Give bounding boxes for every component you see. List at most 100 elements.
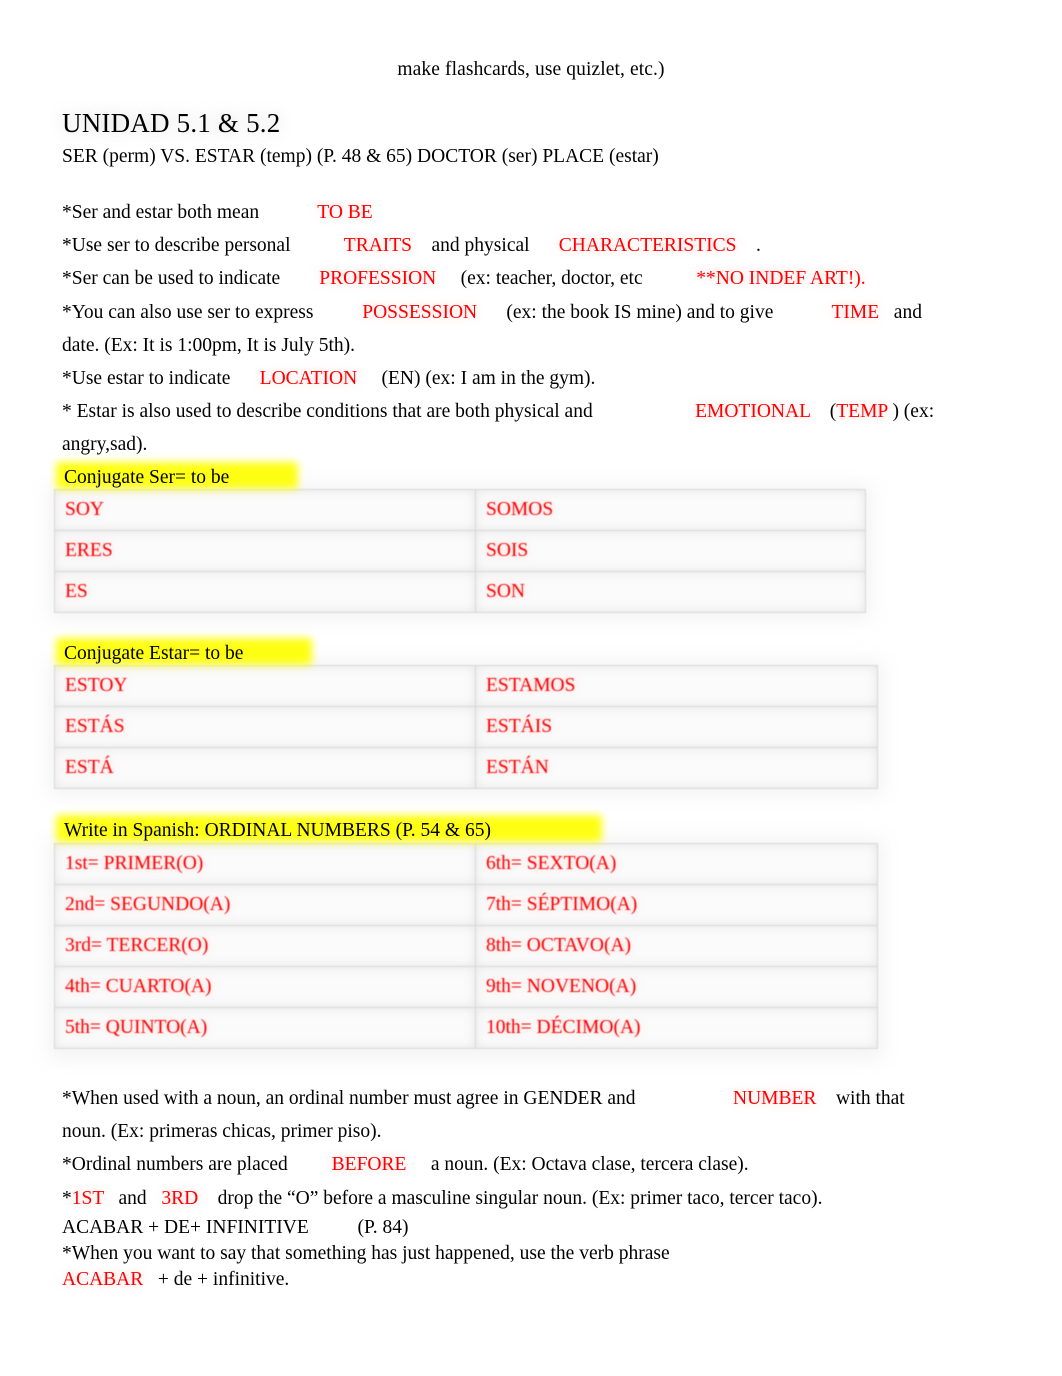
bottom-line-4-text-b: and	[103, 1187, 162, 1209]
ser-cell-left-3: ES	[54, 571, 476, 613]
note-line-4-text-a: *You can also use ser to express	[62, 301, 363, 323]
ser-section-heading: Conjugate Ser= to be	[56, 462, 298, 494]
note-line-7-text-c: ) (ex:	[887, 401, 935, 423]
ser-cell-right-1: SOMOS	[475, 489, 866, 531]
note-line-7-answer-1: EMOTIONAL	[695, 401, 811, 423]
ordinal-cell-right-1: 6th= SEXTO(A)	[475, 843, 878, 885]
ordinal-cell-left-5: 5th= QUINTO(A)	[54, 1007, 476, 1049]
table-row: 5th= QUINTO(A) 10th= DÉCIMO(A)	[54, 1007, 878, 1049]
note-line-2-answer-1: TRAITS	[343, 235, 413, 257]
bottom-line-7: ACABAR + de + infinitive.	[62, 1267, 1022, 1293]
ordinal-cell-left-2: 2nd= SEGUNDO(A)	[54, 884, 476, 926]
ordinal-cell-left-1: 1st= PRIMER(O)	[54, 843, 476, 885]
note-line-1-text: *Ser and estar both mean	[62, 202, 318, 223]
ser-cell-left-2: ERES	[54, 530, 476, 572]
estar-cell-left-1: ESTOY	[54, 665, 476, 707]
bottom-line-2: noun. (Ex: primeras chicas, primer piso)…	[62, 1121, 382, 1143]
estar-cell-right-2: ESTÁIS	[475, 706, 878, 748]
table-row: ESTÁ ESTÁN	[54, 747, 878, 789]
bottom-line-4: *1ST and 3RD drop the “O” before a mascu…	[62, 1182, 1022, 1215]
bottom-line-7-text: + de + infinitive.	[143, 1268, 290, 1290]
table-row: ERES SOIS	[54, 530, 866, 572]
note-line-2-text-c: .	[736, 235, 761, 257]
ser-cell-left-1: SOY	[54, 489, 476, 531]
note-line-3-answer-2: **NO INDEF ART!).	[696, 268, 866, 290]
ordinal-cell-right-5: 10th= DÉCIMO(A)	[475, 1007, 878, 1049]
bottom-line-1-text-a: *When used with a noun, an ordinal numbe…	[62, 1088, 733, 1109]
ordinal-cell-right-4: 9th= NOVENO(A)	[475, 966, 878, 1008]
note-line-7-text-a: * Estar is also used to describe conditi…	[62, 401, 696, 423]
ser-section-heading-label: Conjugate Ser= to be	[64, 467, 230, 488]
table-row: 1st= PRIMER(O) 6th= SEXTO(A)	[54, 843, 878, 885]
ordinals-section-heading: Write in Spanish: ORDINAL NUMBERS (P. 54…	[56, 815, 602, 847]
estar-conjugation-table: ESTOY ESTAMOS ESTÁS ESTÁIS ESTÁ ESTÁN	[54, 665, 878, 789]
note-line-3-text-b: (ex: teacher, doctor, etc	[436, 268, 697, 290]
bottom-line-3: *Ordinal numbers are placed BEFORE a nou…	[62, 1148, 1022, 1181]
bottom-line-4-answer-2: 3RD	[161, 1187, 199, 1209]
bottom-line-1-text-b: with that	[816, 1088, 905, 1109]
estar-cell-right-3: ESTÁN	[475, 747, 878, 789]
page-subtitle: SER (perm) VS. ESTAR (temp) (P. 48 & 65)…	[62, 146, 659, 167]
note-line-2: *Use ser to describe personal TRAITS and…	[62, 229, 1022, 262]
note-line-4: *You can also use ser to express POSSESS…	[62, 296, 1022, 329]
bottom-line-4-text-a: *	[62, 1187, 72, 1209]
note-line-5: date. (Ex: It is 1:00pm, It is July 5th)…	[62, 334, 356, 356]
bottom-line-1: *When used with a noun, an ordinal numbe…	[62, 1082, 1022, 1115]
estar-cell-left-3: ESTÁ	[54, 747, 476, 789]
ordinals-section-heading-label: Write in Spanish: ORDINAL NUMBERS (P. 54…	[64, 820, 491, 841]
table-row: 3rd= TERCER(O) 8th= OCTAVO(A)	[54, 925, 878, 967]
ordinal-cell-left-4: 4th= CUARTO(A)	[54, 966, 476, 1008]
note-line-3-text-a: *Ser can be used to indicate	[62, 268, 320, 290]
bottom-line-6: *When you want to say that something has…	[62, 1242, 670, 1264]
table-row: ESTÁS ESTÁIS	[54, 706, 878, 748]
table-row: ESTOY ESTAMOS	[54, 665, 878, 707]
table-row: SOY SOMOS	[54, 489, 866, 531]
ordinal-cell-left-3: 3rd= TERCER(O)	[54, 925, 476, 967]
estar-section-heading: Conjugate Estar= to be	[56, 638, 312, 670]
note-line-2-text-a: *Use ser to describe personal	[62, 235, 344, 257]
bottom-line-7-answer: ACABAR	[62, 1268, 144, 1290]
note-line-2-text-b: and physical	[412, 235, 559, 257]
note-line-4-answer-1: POSSESSION	[362, 301, 478, 323]
note-line-8: angry,sad).	[62, 434, 148, 456]
bottom-line-3-text-b: a noun. (Ex: Octava clase, tercera clase…	[406, 1154, 749, 1176]
note-line-3-answer-1: PROFESSION	[319, 268, 437, 290]
bottom-line-5: ACABAR + DE+ INFINITIVE (P. 84)	[62, 1216, 409, 1238]
note-line-4-text-c: and	[879, 301, 922, 323]
notes-body: *Ser and estar both mean TO BE *Use ser …	[62, 196, 1022, 462]
ordinal-numbers-table: 1st= PRIMER(O) 6th= SEXTO(A) 2nd= SEGUND…	[54, 843, 878, 1049]
note-line-7-text-b: (	[810, 401, 837, 423]
note-line-1: *Ser and estar both mean TO BE	[62, 196, 1022, 229]
note-line-6-text-b: (EN) (ex: I am in the gym).	[357, 368, 596, 390]
note-line-6: *Use estar to indicate LOCATION (EN) (ex…	[62, 362, 1022, 395]
table-row: 4th= CUARTO(A) 9th= NOVENO(A)	[54, 966, 878, 1008]
note-line-7: * Estar is also used to describe conditi…	[62, 395, 1022, 428]
note-line-1-answer: TO BE	[317, 202, 373, 223]
ser-cell-right-2: SOIS	[475, 530, 866, 572]
note-line-6-answer: LOCATION	[259, 368, 358, 390]
note-line-7-answer-2: TEMP	[836, 401, 888, 423]
note-line-4-answer-2: TIME	[831, 301, 880, 323]
estar-cell-right-1: ESTAMOS	[475, 665, 878, 707]
page-title: UNIDAD 5.1 & 5.2	[62, 108, 281, 138]
note-line-6-text-a: *Use estar to indicate	[62, 368, 260, 390]
bottom-line-3-text-a: *Ordinal numbers are placed	[62, 1154, 332, 1176]
bottom-line-1-answer: NUMBER	[733, 1088, 817, 1109]
document-page: make flashcards, use quizlet, etc.) UNID…	[0, 0, 1062, 1376]
top-note: make flashcards, use quizlet, etc.)	[397, 59, 665, 80]
note-line-4-text-b: (ex: the book IS mine) and to give	[477, 301, 832, 323]
ordinal-cell-right-2: 7th= SÉPTIMO(A)	[475, 884, 878, 926]
ordinal-cell-right-3: 8th= OCTAVO(A)	[475, 925, 878, 967]
note-line-3: *Ser can be used to indicate PROFESSION …	[62, 262, 1022, 295]
estar-cell-left-2: ESTÁS	[54, 706, 476, 748]
note-line-2-answer-2: CHARACTERISTICS	[558, 235, 737, 257]
bottom-notes: *When used with a noun, an ordinal numbe…	[62, 1082, 1022, 1293]
bottom-line-4-text-c: drop the “O” before a masculine singular…	[198, 1187, 823, 1209]
ser-conjugation-table: SOY SOMOS ERES SOIS ES SON	[54, 489, 866, 613]
estar-section-heading-label: Conjugate Estar= to be	[64, 643, 244, 664]
bottom-line-3-answer: BEFORE	[331, 1154, 407, 1176]
table-row: ES SON	[54, 571, 866, 613]
bottom-line-4-answer-1: 1ST	[71, 1187, 104, 1209]
ser-cell-right-3: SON	[475, 571, 866, 613]
table-row: 2nd= SEGUNDO(A) 7th= SÉPTIMO(A)	[54, 884, 878, 926]
